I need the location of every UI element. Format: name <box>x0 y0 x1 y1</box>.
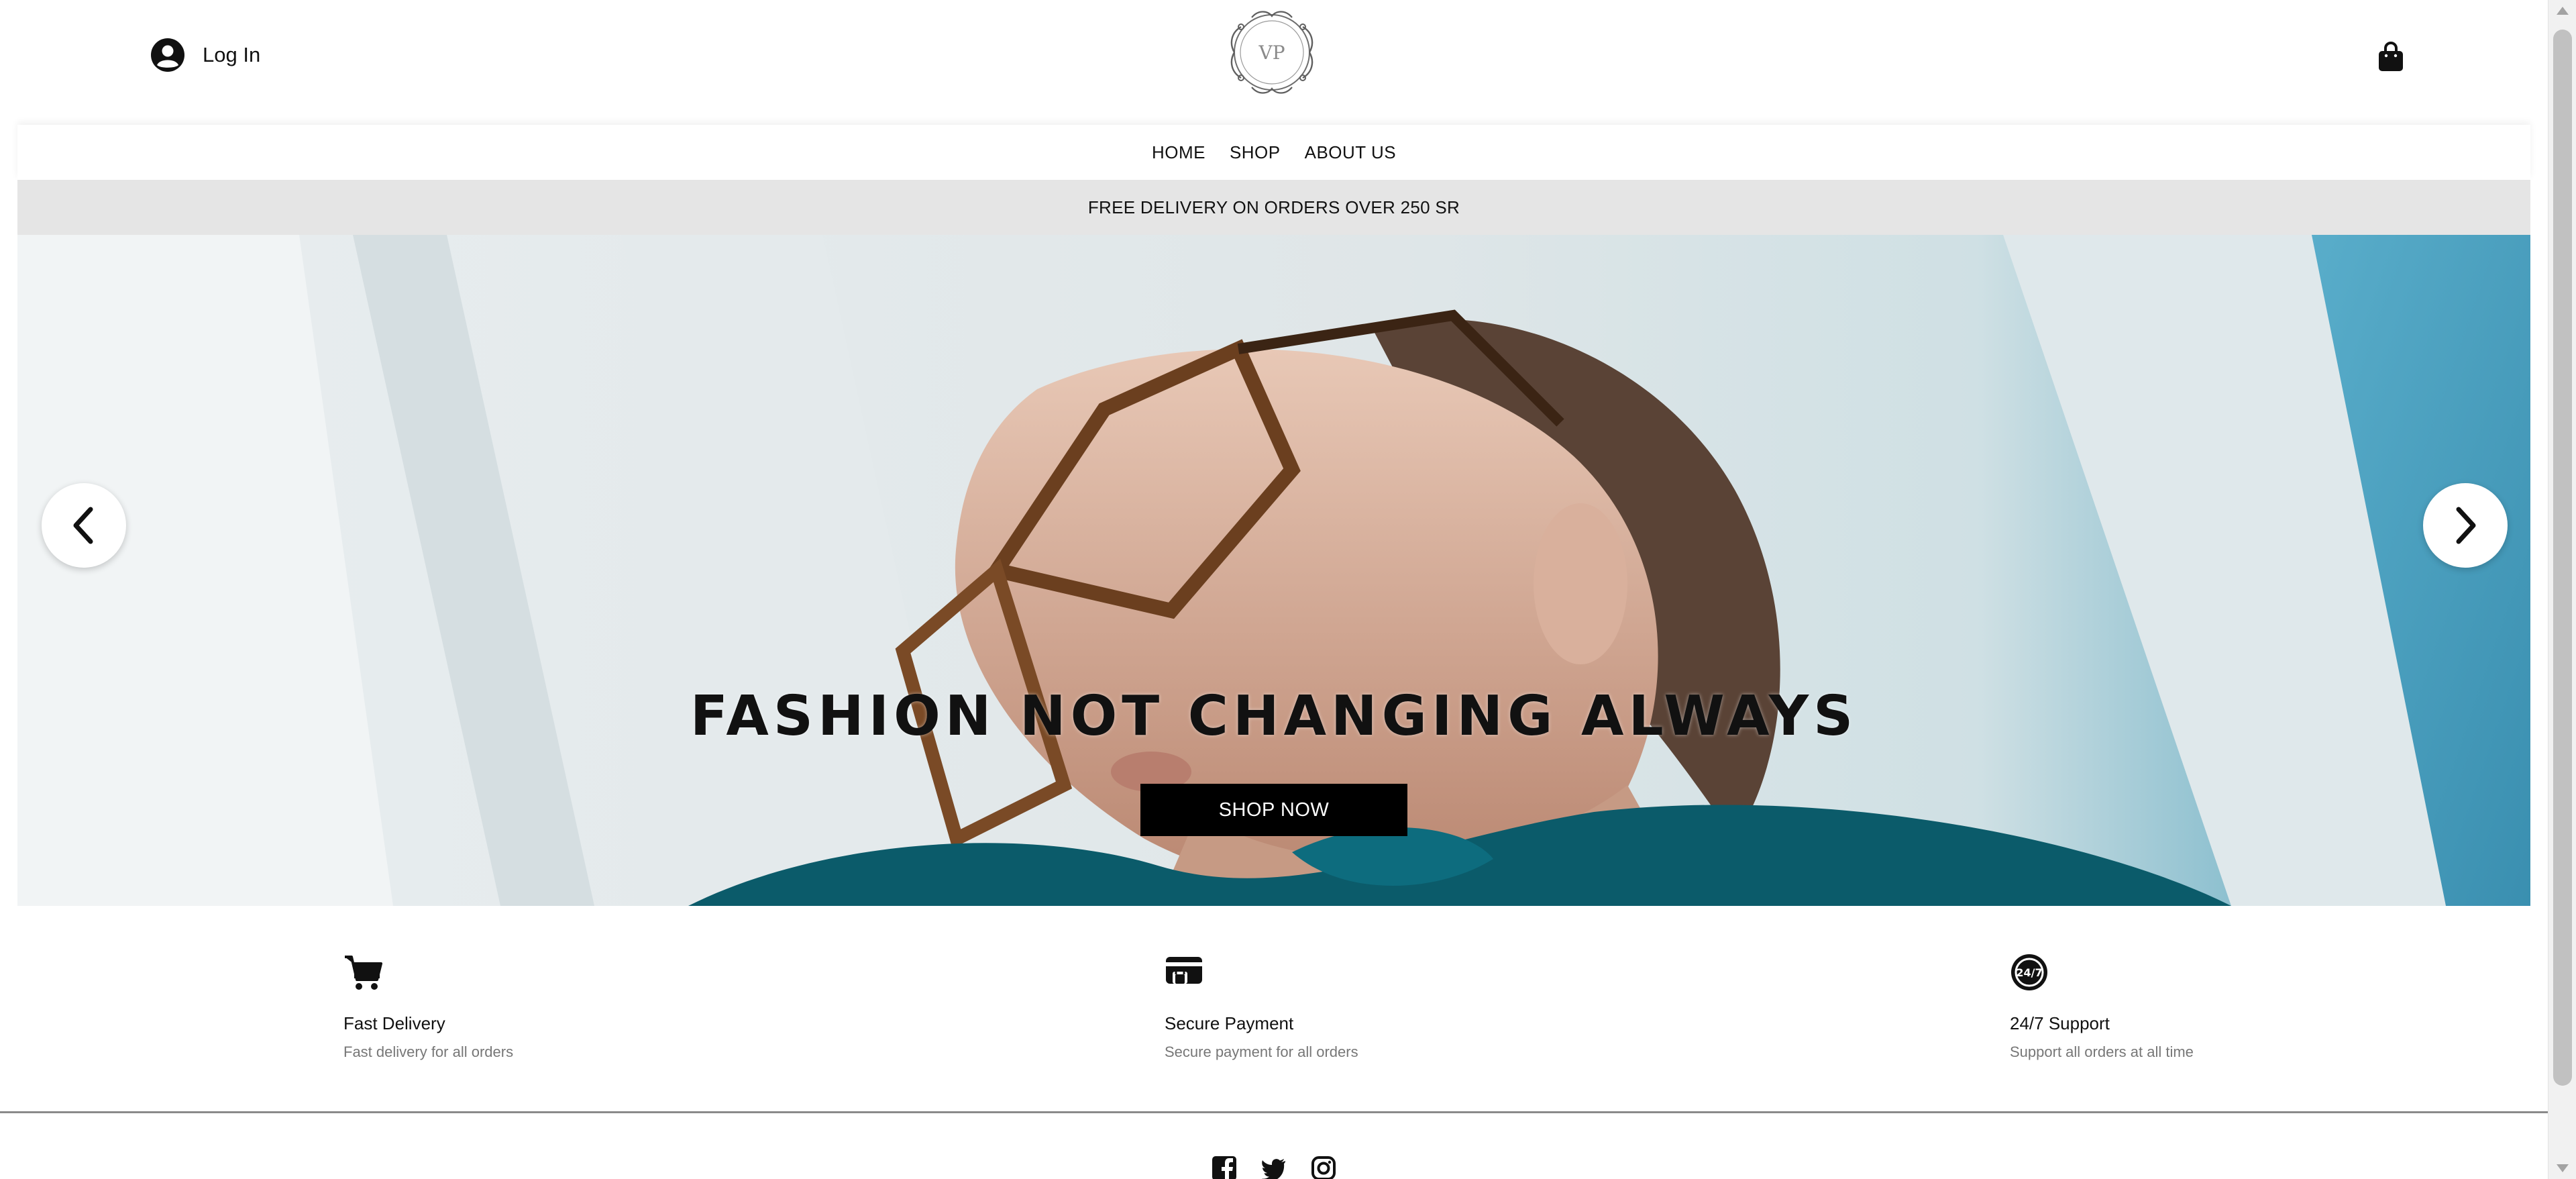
announcement-text: FREE DELIVERY ON ORDERS OVER 250 SR <box>1087 197 1460 217</box>
svg-text:VP: VP <box>1258 42 1285 64</box>
feature-secure-payment: Secure Payment Secure payment for all or… <box>1165 953 1358 1061</box>
social-links <box>1212 1156 1336 1179</box>
nav-item-about-us[interactable]: ABOUT US <box>1305 142 1396 163</box>
cart-icon <box>345 956 382 990</box>
credit-card-icon <box>1166 957 1202 984</box>
scrollbar-thumb[interactable] <box>2553 30 2572 1086</box>
scroll-up-arrow-icon[interactable] <box>2557 7 2569 15</box>
feature-title: 24/7 Support <box>2010 1013 2110 1033</box>
feature-fast-delivery: Fast Delivery Fast delivery for all orde… <box>343 953 513 1061</box>
feature-description: Support all orders at all time <box>2010 1043 2194 1060</box>
hero-slider: FASHION NOT CHANGING ALWAYS SHOP NOW <box>17 235 2530 906</box>
twitter-icon[interactable] <box>1261 1156 1287 1179</box>
login-link[interactable]: Log In <box>150 38 260 72</box>
feature-description: Fast delivery for all orders <box>343 1043 514 1060</box>
nav-item-home[interactable]: HOME <box>1152 142 1205 163</box>
hero-title: FASHION NOT CHANGING ALWAYS <box>690 684 1858 748</box>
svg-text:24/7: 24/7 <box>2016 966 2042 979</box>
footer-divider <box>0 1111 2548 1113</box>
feature-description: Secure payment for all orders <box>1165 1043 1358 1060</box>
chevron-right-icon <box>2456 507 2476 544</box>
page-scrollbar[interactable] <box>2548 0 2576 1179</box>
feature-support: 24/7 24/7 Support Support all orders at … <box>2010 953 2194 1061</box>
user-account-icon <box>151 38 184 72</box>
chevron-left-icon <box>73 507 93 544</box>
site-header: Log In VP <box>0 0 2548 121</box>
support-24-7-icon: 24/7 <box>2011 954 2047 990</box>
hero-prev-button[interactable] <box>42 483 126 568</box>
login-label: Log In <box>203 43 261 66</box>
instagram-icon[interactable] <box>1311 1156 1336 1179</box>
hero-next-button[interactable] <box>2423 483 2508 568</box>
feature-title: Secure Payment <box>1165 1013 1294 1033</box>
shop-now-button[interactable]: SHOP NOW <box>1140 784 1407 836</box>
feature-title: Fast Delivery <box>343 1013 445 1033</box>
scroll-down-arrow-icon[interactable] <box>2557 1164 2569 1172</box>
announcement-bar: FREE DELIVERY ON ORDERS OVER 250 SR <box>17 180 2530 235</box>
shopping-bag-icon[interactable] <box>2377 42 2404 72</box>
main-nav: HOME SHOP ABOUT US <box>17 125 2530 180</box>
facebook-icon[interactable] <box>1212 1156 1237 1179</box>
nav-item-shop[interactable]: SHOP <box>1230 142 1281 163</box>
vp-logo[interactable]: VP <box>1214 3 1330 102</box>
